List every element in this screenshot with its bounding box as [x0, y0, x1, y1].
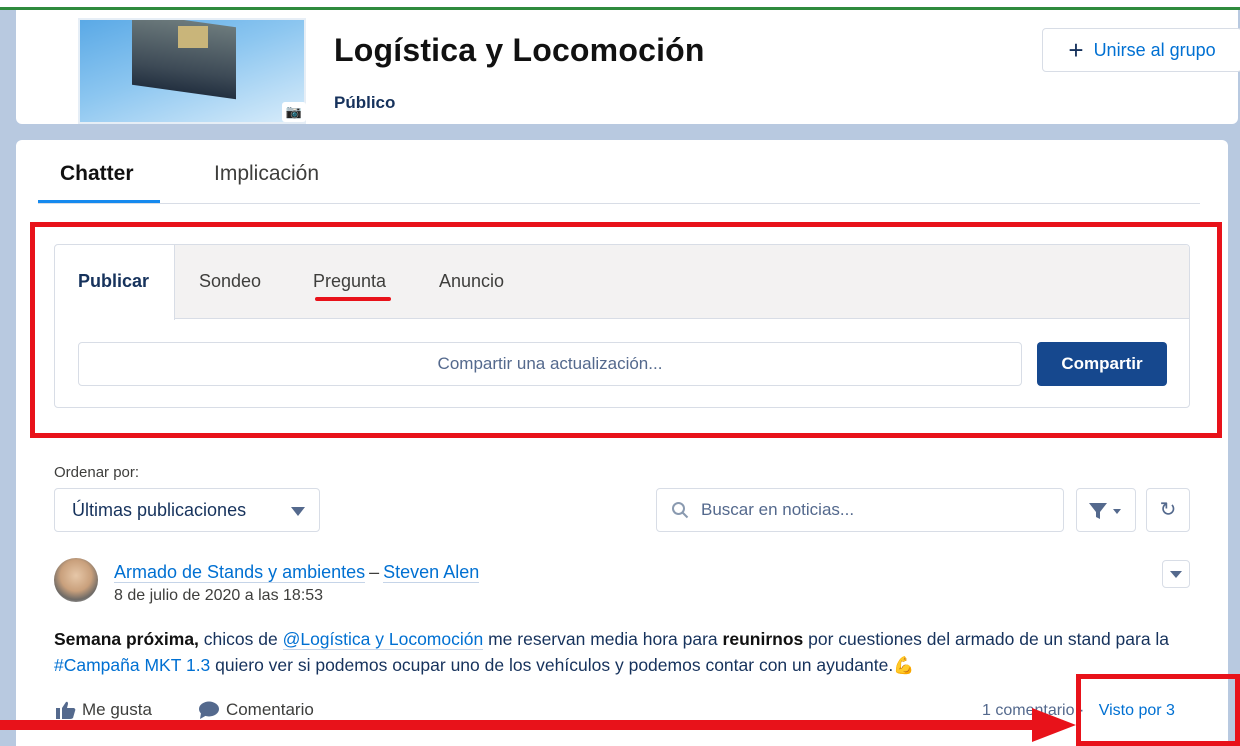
feed-search-input[interactable]: Buscar en noticias... [656, 488, 1064, 532]
post-body-bold: Semana próxima, [54, 629, 199, 649]
flexed-bicep-emoji: 💪 [893, 656, 915, 675]
post-body-text: por cuestiones del armado de un stand pa… [803, 629, 1170, 649]
group-header: 📷 Logística y Locomoción Público + Unirs… [16, 10, 1240, 124]
filter-button[interactable] [1076, 488, 1136, 532]
like-button[interactable]: Me gusta [56, 700, 152, 720]
tab-chatter[interactable]: Chatter [60, 162, 134, 186]
avatar[interactable] [54, 558, 98, 602]
photo-label-graphic [178, 26, 208, 48]
annotation-box-publisher [30, 222, 1222, 438]
annotation-arrow-line [0, 720, 1040, 730]
post-body: Semana próxima, chicos de @Logística y L… [54, 626, 1204, 679]
annotation-box-seen-by [1076, 674, 1240, 746]
comment-icon [198, 701, 219, 719]
post-author-link[interactable]: Steven Alen [383, 562, 480, 583]
chevron-down-icon [1170, 571, 1182, 578]
refresh-icon: ↻ [1159, 499, 1177, 521]
post-date[interactable]: 8 de julio de 2020 a las 18:53 [114, 587, 323, 605]
post-body-text: chicos de [198, 629, 283, 649]
group-title: Logística y Locomoción [334, 32, 705, 68]
post-menu-button[interactable] [1162, 560, 1190, 588]
feed-search-placeholder: Buscar en noticias... [701, 500, 855, 519]
like-label: Me gusta [82, 700, 152, 719]
post-body-bold: reunirnos [722, 629, 804, 649]
post-actions: Me gusta Comentario [56, 700, 314, 720]
filter-icon [1089, 503, 1121, 519]
group-visibility: Público [334, 93, 396, 112]
comment-label: Comentario [225, 700, 314, 719]
thumbs-up-icon [56, 701, 76, 719]
join-group-button[interactable]: + Unirse al grupo [1042, 28, 1240, 72]
post-meta-separator: – [369, 562, 380, 582]
comment-button[interactable]: Comentario [198, 700, 314, 720]
top-bar [0, 0, 1240, 10]
refresh-button[interactable]: ↻ [1146, 488, 1190, 532]
post-group-link[interactable]: Armado de Stands y ambientes [114, 562, 366, 583]
post-body-text: me reservan media hora para [483, 629, 723, 649]
chevron-down-icon [291, 507, 305, 516]
sort-select-value: Últimas publicaciones [72, 500, 247, 520]
sort-label: Ordenar por: [54, 464, 140, 481]
camera-icon[interactable]: 📷 [282, 102, 306, 122]
search-icon [672, 502, 689, 519]
post-body-text: quiero ver si podemos ocupar uno de los … [210, 655, 894, 675]
post-mention-link[interactable]: @Logística y Locomoción [282, 629, 484, 650]
group-photo[interactable] [78, 18, 306, 124]
join-group-label: Unirse al grupo [1093, 39, 1216, 60]
post-meta: Armado de Stands y ambientes – Steven Alen [114, 562, 480, 583]
plus-icon: + [1068, 35, 1084, 65]
tab-bar: Chatter Implicación [38, 140, 1200, 204]
active-tab-indicator [38, 200, 160, 203]
tab-implicacion[interactable]: Implicación [214, 162, 319, 186]
post-hashtag-link[interactable]: #Campaña MKT 1.3 [54, 655, 210, 675]
sort-select[interactable]: Últimas publicaciones [54, 488, 320, 532]
annotation-arrow-head-icon [1032, 708, 1076, 742]
